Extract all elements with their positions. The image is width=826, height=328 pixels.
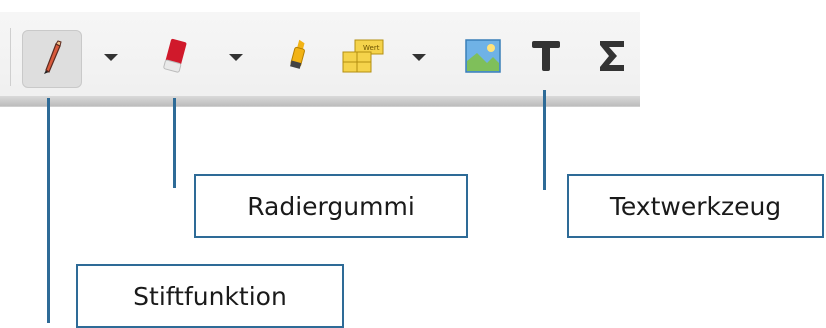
radiergummi-callout: Radiergummi bbox=[194, 174, 468, 238]
highlighter-tool-button[interactable] bbox=[278, 32, 318, 84]
sigma-icon bbox=[598, 39, 626, 77]
stiftfunktion-callout: Stiftfunktion bbox=[76, 264, 344, 328]
stift-callout-line bbox=[47, 98, 50, 323]
textwerkzeug-callout: Textwerkzeug bbox=[567, 174, 824, 238]
radier-callout-line bbox=[173, 98, 176, 188]
stiftfunktion-label: Stiftfunktion bbox=[133, 281, 287, 311]
eraser-tool-button[interactable] bbox=[150, 32, 200, 84]
text-callout-line bbox=[543, 90, 546, 190]
eraser-icon bbox=[161, 37, 189, 79]
image-tool-button[interactable] bbox=[460, 36, 506, 80]
pencil-icon bbox=[40, 40, 64, 78]
text-t-icon bbox=[530, 39, 562, 77]
table-dropdown-arrow[interactable] bbox=[412, 54, 426, 61]
toolbar-top-edge bbox=[0, 0, 640, 12]
table-icon: Wert bbox=[341, 38, 385, 78]
pencil-tool-button[interactable] bbox=[22, 30, 82, 88]
table-tool-button[interactable]: Wert bbox=[338, 36, 388, 80]
text-tool-button[interactable] bbox=[524, 36, 568, 80]
textwerkzeug-label: Textwerkzeug bbox=[609, 191, 782, 221]
toolbar-separator bbox=[10, 28, 11, 86]
formula-tool-button[interactable] bbox=[590, 36, 634, 80]
svg-text:Wert: Wert bbox=[363, 44, 380, 52]
highlighter-icon bbox=[287, 38, 309, 78]
pencil-dropdown-arrow[interactable] bbox=[104, 54, 118, 61]
image-icon bbox=[465, 39, 501, 77]
radiergummi-label: Radiergummi bbox=[247, 191, 415, 221]
eraser-dropdown-arrow[interactable] bbox=[229, 54, 243, 61]
